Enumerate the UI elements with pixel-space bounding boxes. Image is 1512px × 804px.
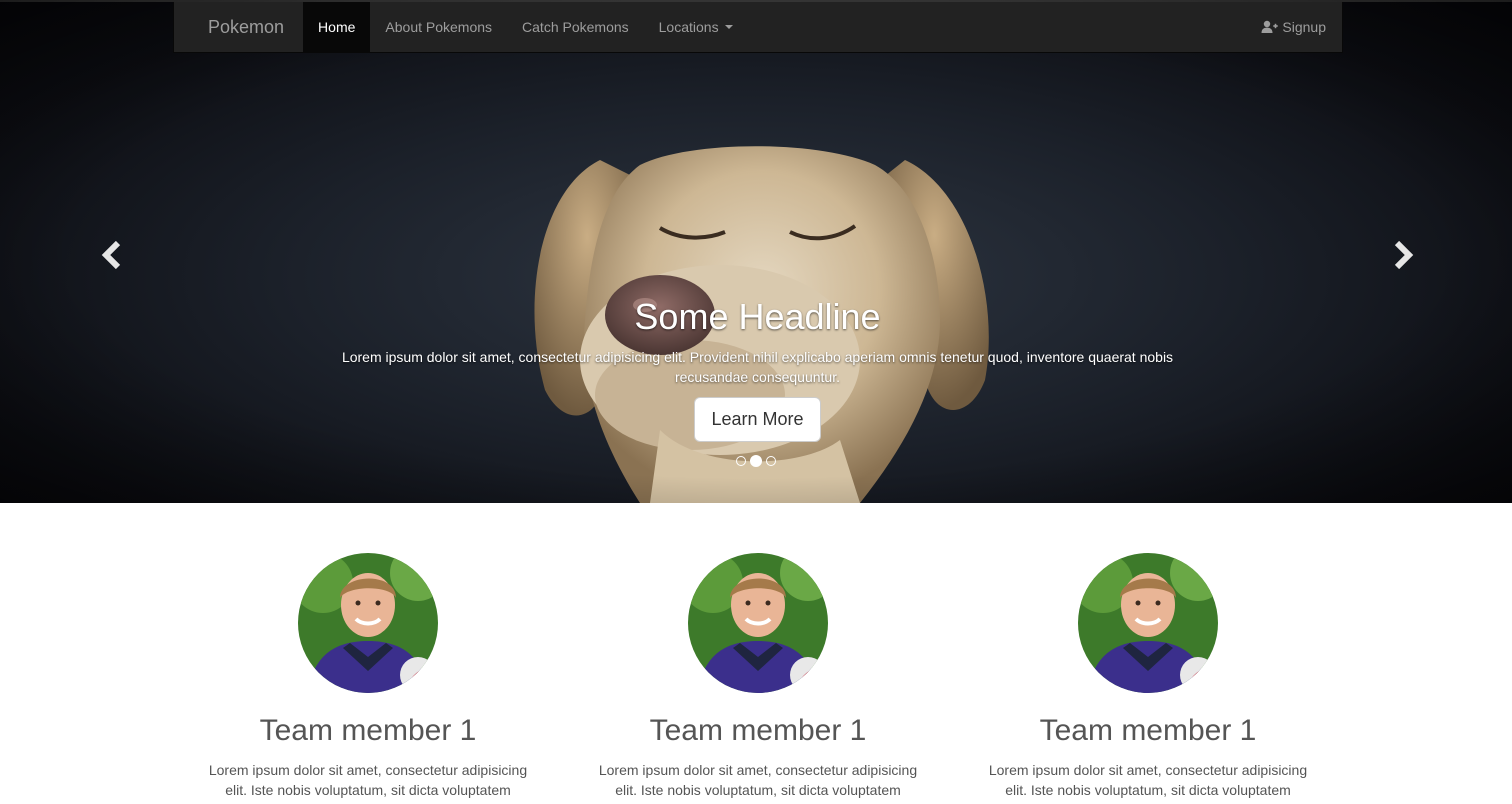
chevron-right-icon — [1394, 241, 1414, 269]
chevron-left-icon — [101, 241, 121, 269]
navbar-brand[interactable]: Pokemon — [174, 2, 303, 52]
signup-label: Signup — [1282, 19, 1326, 35]
team-member-name: Team member 1 — [259, 714, 477, 747]
team-member-bio: Lorem ipsum dolor sit amet, consectetur … — [590, 762, 927, 804]
top-navbar: Pokemon Home About Pokemons Catch Pokemo… — [173, 2, 1343, 53]
team-member-name: Team member 1 — [1039, 714, 1257, 747]
team-member-avatar — [688, 553, 828, 693]
carousel-headline: Some Headline — [634, 296, 881, 337]
team-member-bio: Lorem ipsum dolor sit amet, consectetur … — [980, 762, 1317, 804]
carousel-text: Lorem ipsum dolor sit amet, consectetur … — [341, 349, 1174, 385]
carousel-indicator-3[interactable] — [766, 456, 776, 466]
team-member-avatar — [298, 553, 438, 693]
nav-menu: Home About Pokemons Catch Pokemons Locat… — [303, 2, 748, 52]
nav-item-about-pokemons[interactable]: About Pokemons — [370, 2, 507, 52]
team-member-bio: Lorem ipsum dolor sit amet, consectetur … — [200, 762, 537, 804]
learn-more-button[interactable]: Learn More — [694, 397, 821, 442]
team-member-name: Team member 1 — [649, 714, 867, 747]
hero-carousel: Some Headline Lorem ipsum dolor sit amet… — [0, 0, 1512, 503]
team-member-card: Team member 1 Lorem ipsum dolor sit amet… — [173, 553, 563, 804]
nav-item-home[interactable]: Home — [303, 2, 371, 52]
carousel-caption: Some Headline Lorem ipsum dolor sit amet… — [330, 294, 1185, 442]
carousel-indicators — [0, 455, 1512, 467]
team-section: Team member 1 Lorem ipsum dolor sit amet… — [173, 553, 1343, 804]
nav-item-locations-label: Locations — [658, 19, 719, 35]
caret-down-icon — [724, 25, 733, 29]
nav-right: Signup — [1246, 2, 1342, 52]
carousel-indicator-1[interactable] — [736, 456, 746, 466]
nav-item-locations-dropdown[interactable]: Locations — [644, 2, 748, 52]
carousel-next-control[interactable] — [1383, 235, 1423, 275]
signup-link[interactable]: Signup — [1246, 2, 1342, 52]
team-member-avatar — [1078, 553, 1218, 693]
user-plus-icon — [1261, 20, 1279, 33]
team-member-card: Team member 1 Lorem ipsum dolor sit amet… — [563, 553, 953, 804]
team-member-card: Team member 1 Lorem ipsum dolor sit amet… — [953, 553, 1343, 804]
carousel-indicator-2[interactable] — [750, 455, 762, 467]
carousel-prev-control[interactable] — [92, 235, 132, 275]
nav-item-catch-pokemons[interactable]: Catch Pokemons — [507, 2, 644, 52]
